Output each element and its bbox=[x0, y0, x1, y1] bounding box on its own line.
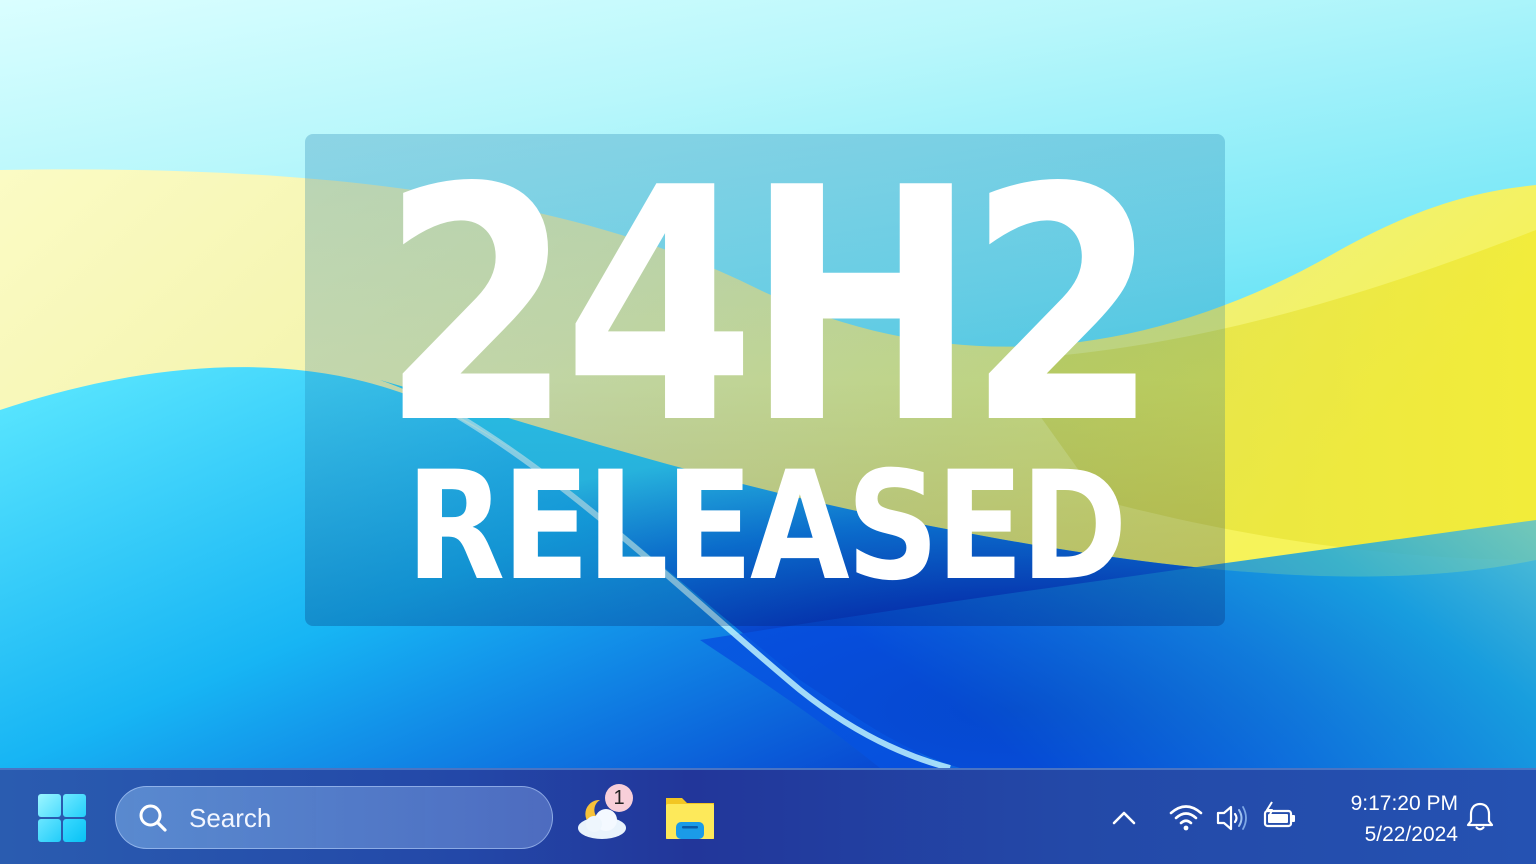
clock-date: 5/22/2024 bbox=[1364, 823, 1458, 846]
network-button[interactable] bbox=[1168, 800, 1204, 836]
logo-tile bbox=[38, 819, 61, 842]
notification-center-button[interactable] bbox=[1462, 799, 1498, 835]
speaker-icon bbox=[1216, 805, 1247, 831]
search-box[interactable]: Search bbox=[115, 786, 553, 849]
headline-card: 24H2 RELEASED bbox=[305, 134, 1225, 626]
battery-charging-icon bbox=[1263, 801, 1295, 828]
search-placeholder: Search bbox=[189, 803, 272, 833]
taskbar: Search 1 9:17:20 PM 5/22/2024 bbox=[0, 768, 1536, 864]
search-icon bbox=[139, 804, 167, 832]
clock-button[interactable]: 9:17:20 PM 5/22/2024 bbox=[1318, 788, 1458, 850]
folder-icon bbox=[666, 798, 714, 839]
show-hidden-icons-button[interactable] bbox=[1106, 800, 1142, 836]
chevron-up-icon bbox=[1112, 811, 1136, 825]
bell-icon bbox=[1466, 802, 1494, 831]
taskbar-app-weather[interactable]: 1 bbox=[572, 784, 634, 848]
headline-status: RELEASED bbox=[405, 440, 1128, 614]
clock-time: 9:17:20 PM bbox=[1350, 792, 1458, 815]
battery-button[interactable] bbox=[1262, 800, 1298, 836]
start-button[interactable] bbox=[38, 794, 88, 844]
logo-tile bbox=[63, 794, 86, 817]
notification-badge: 1 bbox=[605, 784, 633, 812]
desktop-wallpaper: 24H2 RELEASED bbox=[0, 0, 1536, 768]
taskbar-app-file-explorer[interactable] bbox=[658, 786, 720, 848]
logo-tile bbox=[63, 819, 86, 842]
logo-tile bbox=[38, 794, 61, 817]
headline-version: 24H2 bbox=[380, 119, 1160, 494]
volume-button[interactable] bbox=[1214, 800, 1250, 836]
wifi-icon bbox=[1169, 805, 1203, 831]
